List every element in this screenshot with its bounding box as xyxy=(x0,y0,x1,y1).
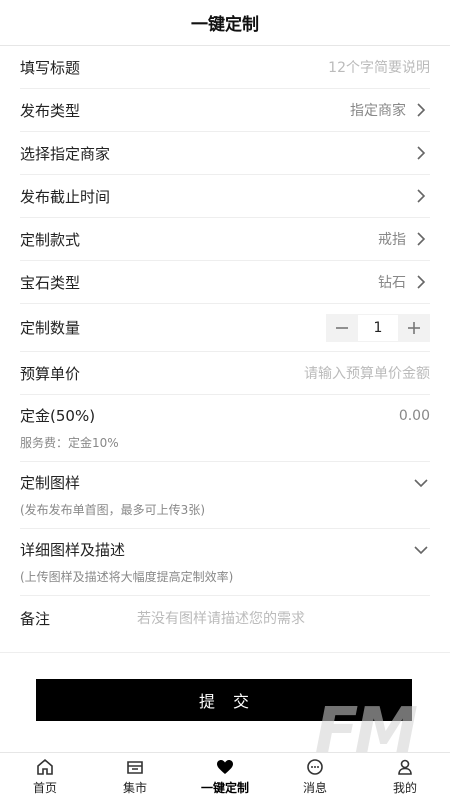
minus-icon xyxy=(336,326,348,329)
tab-home[interactable]: 首页 xyxy=(0,753,90,800)
custom-order-form: 填写标题 12个字简要说明 发布类型 指定商家 选择指定商家 发布截止时间 定制… xyxy=(0,46,450,640)
plus-icon xyxy=(408,321,420,334)
tab-profile[interactable]: 我的 xyxy=(360,753,450,800)
top-bar: 一键定制 xyxy=(0,0,450,46)
tab-market[interactable]: 集市 xyxy=(90,753,180,800)
bottom-tab-bar: 首页 集市 一键定制 消息 我的 xyxy=(0,752,450,800)
pattern-block[interactable]: 定制图样 (发布发布单首图，最多可上传3张) xyxy=(20,462,430,529)
message-icon xyxy=(307,759,323,775)
detail-block[interactable]: 详细图样及描述 (上传图样及描述将大幅度提高定制效率) xyxy=(20,529,430,596)
chevron-right-icon xyxy=(417,146,426,160)
chevron-right-icon xyxy=(417,189,426,203)
tab-label: 我的 xyxy=(392,781,417,795)
pattern-label: 定制图样 xyxy=(20,474,81,492)
title-label: 填写标题 xyxy=(20,58,81,77)
quantity-row: 定制数量 1 xyxy=(20,304,430,352)
page-title: 一键定制 xyxy=(191,15,259,35)
deposit-block: 定金(50%) 0.00 服务费：定金10% xyxy=(20,395,430,462)
chevron-down-icon[interactable] xyxy=(412,541,430,559)
tab-messages[interactable]: 消息 xyxy=(270,753,360,800)
note-label: 备注 xyxy=(20,609,51,628)
quantity-value[interactable]: 1 xyxy=(358,313,398,342)
budget-input[interactable]: 请输入预算单价金额 xyxy=(304,363,430,383)
publish-type-row[interactable]: 发布类型 指定商家 xyxy=(20,89,430,132)
tab-label: 集市 xyxy=(122,781,147,795)
detail-hint: (上传图样及描述将大幅度提高定制效率) xyxy=(20,570,234,584)
tab-label: 一键定制 xyxy=(200,781,249,795)
decrement-button[interactable] xyxy=(326,314,358,342)
select-merchant-row[interactable]: 选择指定商家 xyxy=(20,132,430,175)
select-merchant-label: 选择指定商家 xyxy=(20,144,111,163)
tab-custom[interactable]: 一键定制 xyxy=(180,753,270,800)
chevron-right-icon xyxy=(417,103,426,117)
service-fee-text: 服务费：定金10% xyxy=(20,436,119,450)
pattern-hint: (发布发布单首图，最多可上传3张) xyxy=(20,503,205,517)
title-input[interactable]: 12个字简要说明 xyxy=(328,57,430,77)
chevron-right-icon xyxy=(417,275,426,289)
deposit-label: 定金(50%) xyxy=(20,407,96,425)
budget-label: 预算单价 xyxy=(20,364,81,383)
note-input[interactable]: 若没有图样请描述您的需求 xyxy=(137,608,305,628)
quantity-label: 定制数量 xyxy=(20,319,81,337)
divider xyxy=(0,652,450,668)
detail-label: 详细图样及描述 xyxy=(20,541,126,559)
style-row[interactable]: 定制款式 戒指 xyxy=(20,218,430,261)
gem-type-row[interactable]: 宝石类型 钻石 xyxy=(20,261,430,304)
chevron-right-icon xyxy=(417,232,426,246)
note-row: 备注 若没有图样请描述您的需求 xyxy=(20,596,430,640)
tab-label: 首页 xyxy=(32,781,57,795)
deadline-row[interactable]: 发布截止时间 xyxy=(20,175,430,218)
market-icon xyxy=(127,761,143,774)
publish-type-value: 指定商家 xyxy=(350,103,406,119)
gem-type-value: 钻石 xyxy=(378,275,406,291)
budget-row[interactable]: 预算单价 请输入预算单价金额 xyxy=(20,352,430,395)
style-label: 定制款式 xyxy=(20,230,81,249)
gem-type-label: 宝石类型 xyxy=(20,273,81,292)
quantity-stepper: 1 xyxy=(326,313,430,342)
deadline-label: 发布截止时间 xyxy=(20,187,111,206)
home-icon xyxy=(37,758,53,775)
tab-label: 消息 xyxy=(302,781,327,795)
deposit-value: 0.00 xyxy=(398,407,430,424)
publish-type-label: 发布类型 xyxy=(20,101,81,120)
title-row[interactable]: 填写标题 12个字简要说明 xyxy=(20,46,430,89)
profile-icon xyxy=(398,759,412,775)
heart-icon xyxy=(217,760,233,774)
chevron-down-icon[interactable] xyxy=(412,474,430,492)
style-value: 戒指 xyxy=(378,232,406,248)
increment-button[interactable] xyxy=(398,314,430,342)
